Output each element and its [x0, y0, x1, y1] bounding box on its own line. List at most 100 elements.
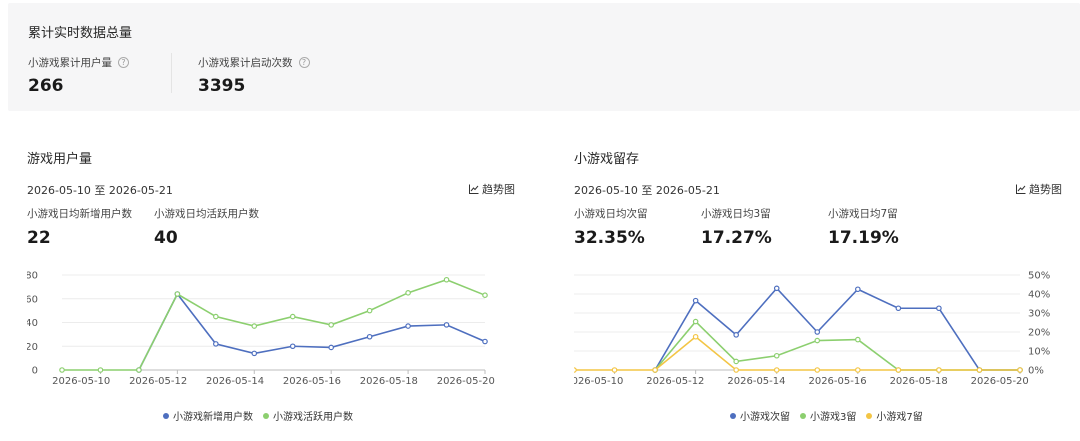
legend-item[interactable]: 小游戏7留: [866, 408, 923, 423]
x-tick-label: 2026-05-20: [971, 376, 1029, 387]
data-point: [443, 322, 450, 328]
legend-label: 小游戏次留: [740, 412, 790, 423]
chart-legend: 小游戏新增用户数 小游戏活跃用户数: [163, 408, 353, 423]
legend-dot: [730, 412, 736, 419]
stat-value: 17.19%: [828, 228, 899, 248]
divider: [171, 53, 172, 93]
stat-value: 22: [27, 228, 51, 248]
question-circle-icon[interactable]: ?: [298, 57, 310, 68]
data-point: [895, 305, 902, 312]
data-point: [1017, 367, 1023, 373]
data-point: [773, 285, 780, 292]
metric-value: 266: [28, 76, 64, 96]
line-chart-icon: [469, 184, 479, 194]
data-point: [251, 350, 258, 357]
data-point: [814, 337, 821, 344]
retention-panel: 小游戏留存 2026-05-10 至 2026-05-21 趋势图 小游戏日均次…: [574, 140, 1080, 440]
data-point: [251, 323, 258, 329]
legend-dot: [163, 412, 169, 419]
data-point: [733, 358, 739, 365]
x-tick-label: 2026-05-12: [646, 376, 704, 387]
y-tick-label: 0%: [1028, 366, 1044, 377]
legend-item[interactable]: 小游戏3留: [800, 408, 856, 423]
legend-dot: [866, 412, 873, 419]
user-volume-panel: 游戏用户量 2026-05-10 至 2026-05-21 趋势图 小游戏日均新…: [27, 140, 557, 440]
user-volume-chart: 0 20 40 60 80 2026-05-10 2026-05-12 2026-05-14 2…: [27, 271, 495, 388]
data-point: [366, 333, 373, 340]
data-point: [213, 313, 219, 320]
stat-label: 小游戏日均7留: [828, 208, 898, 220]
metric-label: 小游戏累计用户量: [28, 57, 112, 69]
data-point: [773, 352, 780, 359]
legend-item[interactable]: 小游戏新增用户数: [163, 408, 253, 423]
stat-label: 小游戏日均次留: [574, 208, 648, 220]
data-point: [136, 367, 142, 373]
chart-legend: 小游戏次留 小游戏3留 小游戏7留: [730, 408, 923, 423]
data-point: [443, 276, 450, 283]
stat-label: 小游戏日均活跃用户数: [154, 208, 259, 220]
data-point: [733, 332, 739, 338]
stat-daily-new-users: 小游戏日均新增用户数 22: [27, 206, 132, 248]
data-point: [773, 367, 780, 373]
data-point: [976, 367, 983, 373]
data-point: [328, 322, 334, 328]
stat-daily-d1-retention: 小游戏日均次留 32.35%: [574, 206, 648, 248]
line-chart-icon: [1016, 184, 1026, 194]
y-tick-label: 40: [27, 318, 38, 329]
data-point: [213, 341, 219, 347]
x-tick-label: 2026-05-14: [206, 376, 264, 387]
y-tick-label: 60: [27, 294, 38, 305]
data-point: [174, 291, 181, 297]
retention-chart: 0% 10% 20% 30% 40% 50% 2026-05-10 2026-05-12 202…: [574, 271, 1050, 387]
x-tick-label: 2026-05-14: [727, 376, 785, 387]
x-tick-label: 2026-05-20: [437, 376, 495, 387]
series-line: [654, 320, 1020, 371]
x-tick-label: 2026-05-12: [129, 376, 187, 387]
data-point: [855, 336, 861, 343]
data-point: [814, 367, 821, 373]
data-point: [895, 367, 902, 373]
data-point: [692, 333, 699, 340]
data-point: [97, 367, 104, 373]
x-tick-label: 2026-05-16: [808, 376, 866, 387]
metric-label: 小游戏累计启动次数: [198, 57, 293, 69]
data-point: [482, 338, 488, 345]
trend-label: 趋势图: [1029, 183, 1062, 196]
data-point: [328, 344, 334, 351]
stat-label: 小游戏日均3留: [701, 208, 771, 220]
stat-value: 32.35%: [574, 228, 645, 248]
x-tick-label: 2026-05-18: [360, 376, 418, 387]
stat-value: 40: [154, 228, 178, 248]
data-point: [814, 329, 821, 335]
data-point: [855, 286, 861, 293]
series-line: [574, 335, 1020, 371]
x-tick-label: 2026-05-10: [52, 376, 110, 387]
question-circle-icon[interactable]: ?: [118, 57, 129, 68]
legend-item[interactable]: 小游戏次留: [730, 408, 790, 423]
stat-label: 小游戏日均新增用户数: [27, 208, 132, 220]
data-point: [733, 367, 739, 373]
data-point: [289, 313, 296, 320]
data-point: [855, 367, 861, 373]
series-line: [138, 292, 486, 371]
trend-chart-button[interactable]: 趋势图: [1016, 181, 1062, 197]
y-tick-label: 80: [27, 271, 38, 282]
stat-value: 17.27%: [701, 228, 772, 248]
summary-title: 累计实时数据总量: [28, 26, 133, 41]
panel-title: 游戏用户量: [27, 152, 93, 167]
legend-label: 小游戏新增用户数: [173, 412, 253, 423]
trend-label: 趋势图: [482, 183, 515, 196]
panel-title: 小游戏留存: [574, 152, 640, 167]
date-range: 2026-05-10 至 2026-05-21: [27, 184, 173, 197]
legend-label: 小游戏7留: [876, 412, 923, 423]
y-tick-label: 20%: [1028, 328, 1050, 339]
y-tick-label: 40%: [1028, 290, 1050, 301]
y-tick-label: 20: [27, 342, 38, 353]
legend-item[interactable]: 小游戏活跃用户数: [263, 408, 353, 423]
data-point: [692, 297, 699, 304]
trend-chart-button[interactable]: 趋势图: [469, 181, 515, 197]
legend-dot: [800, 412, 806, 419]
series-line: [654, 287, 1020, 371]
x-tick-label: 2026-05-16: [283, 376, 341, 387]
data-point: [574, 367, 577, 373]
